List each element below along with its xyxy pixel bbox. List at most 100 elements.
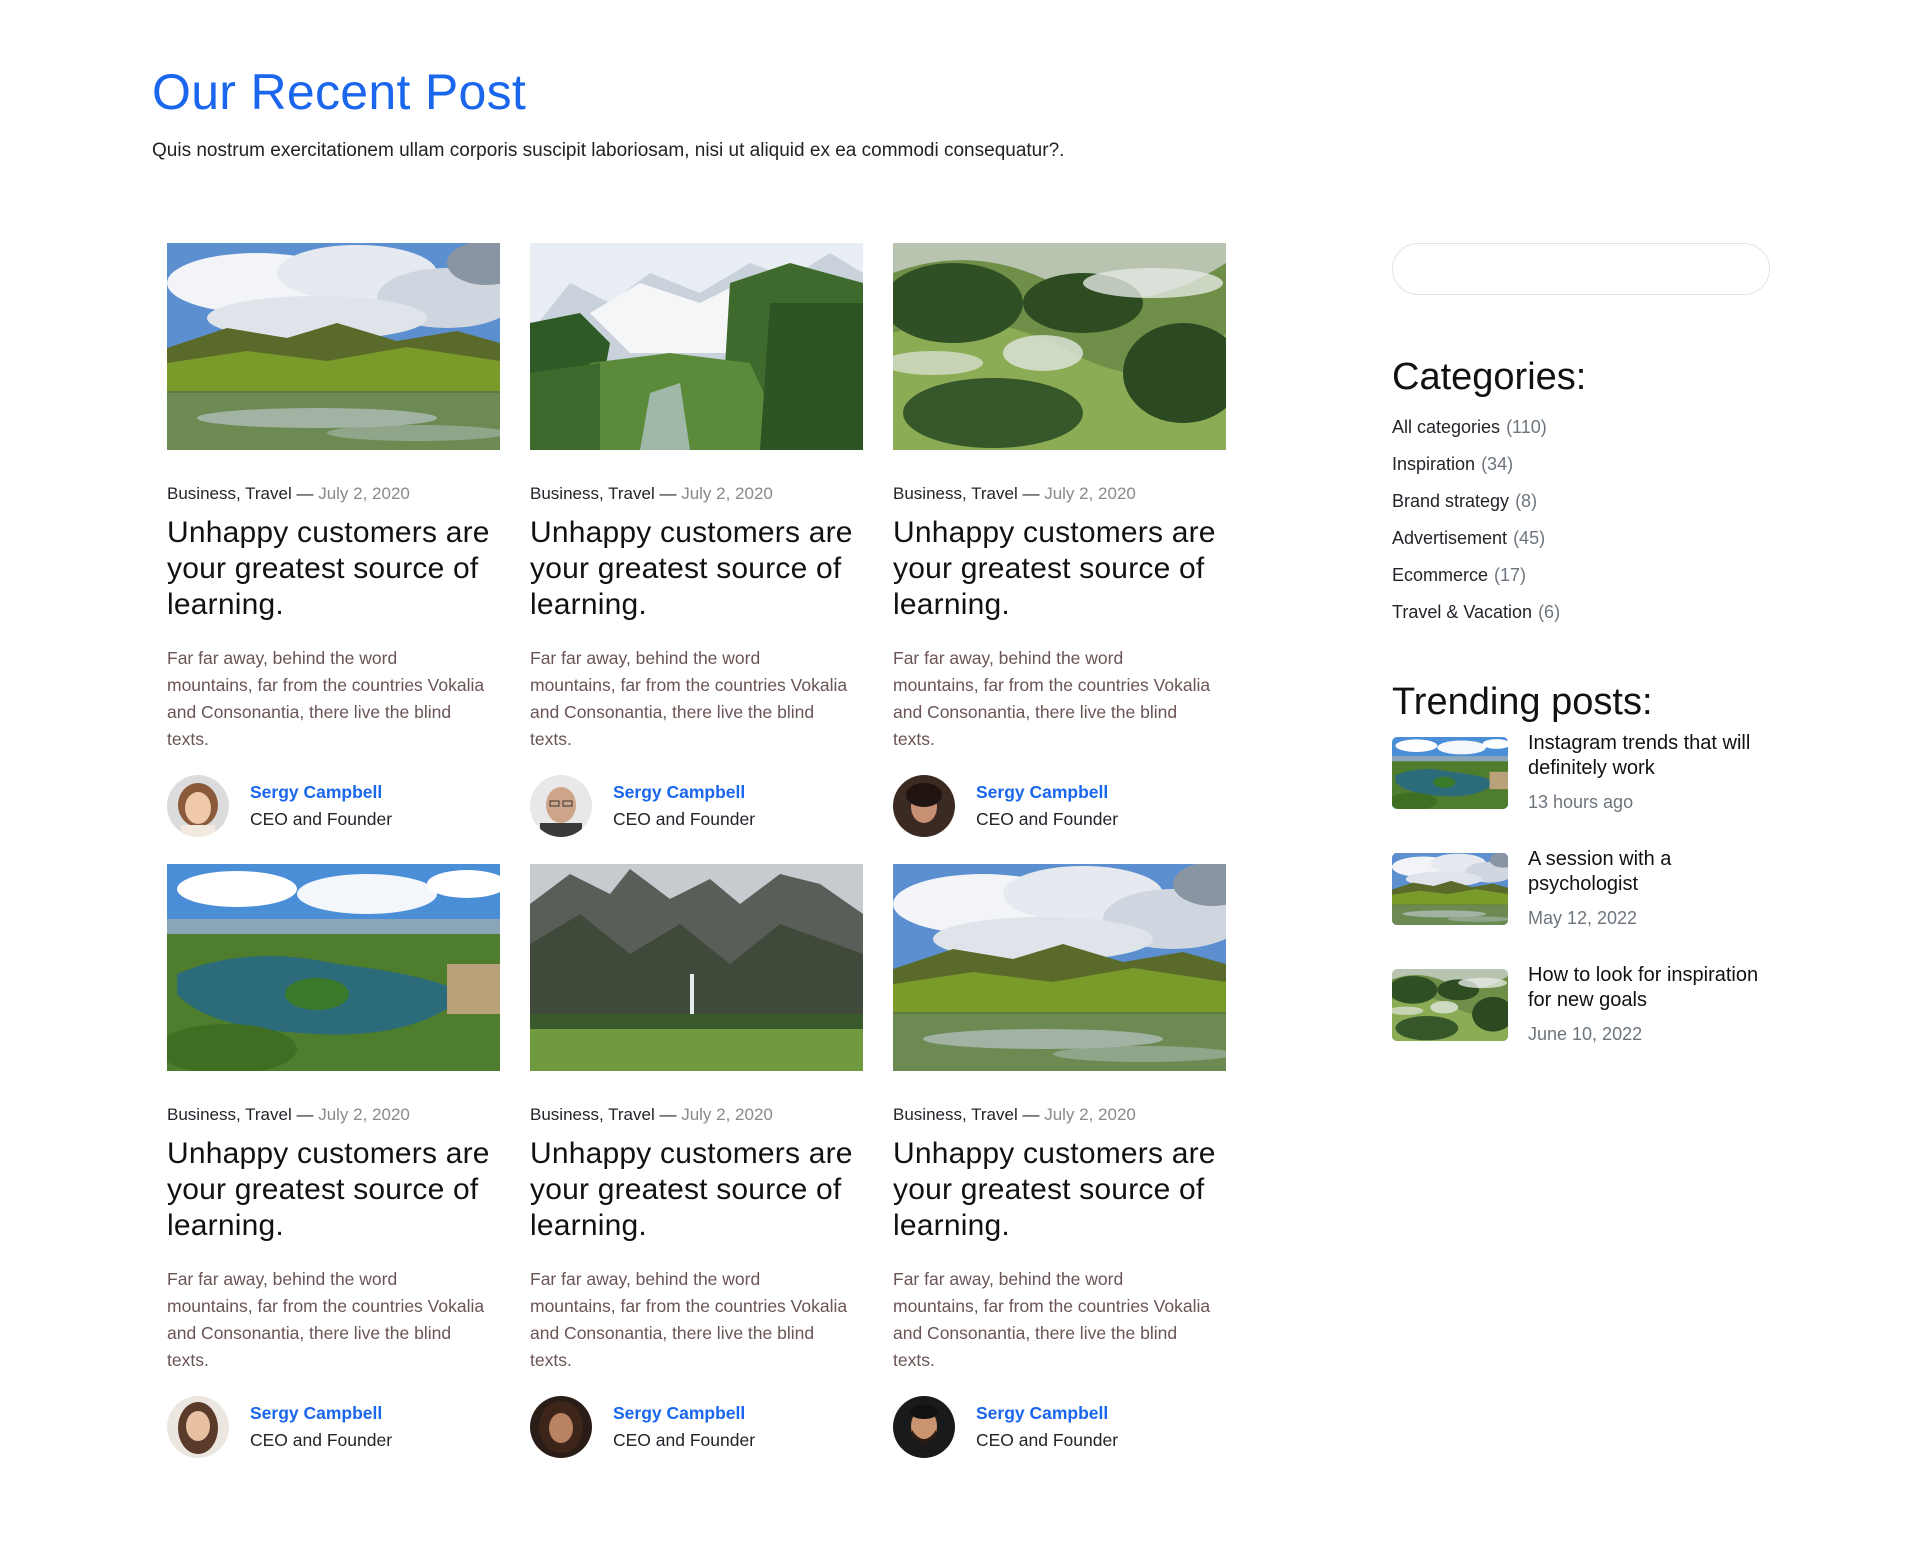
page-subtitle: Quis nostrum exercitationem ullam corpor… <box>152 140 1065 161</box>
category-item[interactable]: Brand strategy (8) <box>1392 483 1770 520</box>
post-card: Business, Travel — July 2, 2020 Unhappy c… <box>530 864 863 1458</box>
category-item[interactable]: Ecommerce (17) <box>1392 557 1770 594</box>
author-info: Sergy Campbell CEO and Founder <box>250 1400 392 1454</box>
post-date: July 2, 2020 <box>1044 1105 1136 1124</box>
post-categories-link[interactable]: Business, Travel <box>893 1105 1018 1124</box>
post-author: Sergy Campbell CEO and Founder <box>893 775 1226 837</box>
post-author: Sergy Campbell CEO and Founder <box>893 1396 1226 1458</box>
post-card: Business, Travel — July 2, 2020 Unhappy c… <box>893 243 1226 837</box>
posts-grid: Business, Travel — July 2, 2020 Unhappy c… <box>167 243 1227 1458</box>
category-count: (8) <box>1515 491 1538 511</box>
trending-date: May 12, 2022 <box>1528 908 1638 928</box>
post-meta: Business, Travel — July 2, 2020 <box>530 1104 863 1126</box>
post-card: Business, Travel — July 2, 2020 Unhappy c… <box>893 864 1226 1458</box>
sidebar: Categories: All categories (110) Inspirati… <box>1392 243 1770 1085</box>
trending-text: A session with a psychologist May 12, 202… <box>1528 847 1770 969</box>
trending-item[interactable]: How to look for inspiration for new goal… <box>1392 964 1770 1085</box>
trending-date: 13 hours ago <box>1528 792 1634 812</box>
trending-thumbnail <box>1392 737 1508 809</box>
category-label: Brand strategy <box>1392 491 1510 511</box>
author-info: Sergy Campbell CEO and Founder <box>613 1400 755 1454</box>
author-name-link[interactable]: Sergy Campbell <box>250 1400 392 1427</box>
post-image[interactable] <box>893 243 1226 450</box>
search-input[interactable] <box>1392 243 1770 295</box>
category-count: (17) <box>1494 565 1527 585</box>
author-role: CEO and Founder <box>976 1430 1119 1450</box>
post-meta: Business, Travel — July 2, 2020 <box>893 1104 1226 1126</box>
author-info: Sergy Campbell CEO and Founder <box>976 1400 1118 1454</box>
category-label: Advertisement <box>1392 528 1508 548</box>
author-name-link[interactable]: Sergy Campbell <box>613 779 755 806</box>
author-name-link[interactable]: Sergy Campbell <box>976 1400 1118 1427</box>
post-meta: Business, Travel — July 2, 2020 <box>167 1104 500 1126</box>
author-name-link[interactable]: Sergy Campbell <box>976 779 1118 806</box>
author-info: Sergy Campbell CEO and Founder <box>976 779 1118 833</box>
post-title[interactable]: Unhappy customers are your greatest sour… <box>893 515 1226 623</box>
category-count: (6) <box>1538 602 1561 622</box>
category-count: (34) <box>1481 454 1514 474</box>
post-image[interactable] <box>893 864 1226 1071</box>
avatar <box>167 1396 229 1458</box>
post-meta: Business, Travel — July 2, 2020 <box>167 483 500 505</box>
category-count: (45) <box>1513 528 1546 548</box>
meta-separator: — <box>291 1105 319 1124</box>
categories-heading: Categories: <box>1392 356 1587 398</box>
post-author: Sergy Campbell CEO and Founder <box>167 1396 500 1458</box>
trending-text: How to look for inspiration for new goal… <box>1528 963 1770 1085</box>
post-card: Business, Travel — July 2, 2020 Unhappy c… <box>530 243 863 837</box>
author-info: Sergy Campbell CEO and Founder <box>250 779 392 833</box>
category-item[interactable]: Travel & Vacation (6) <box>1392 594 1770 631</box>
post-categories-link[interactable]: Business, Travel <box>167 1105 292 1124</box>
trending-title[interactable]: Instagram trends that will definitely wo… <box>1528 731 1770 781</box>
avatar <box>893 775 955 837</box>
post-author: Sergy Campbell CEO and Founder <box>167 775 500 837</box>
post-image[interactable] <box>530 864 863 1071</box>
post-title[interactable]: Unhappy customers are your greatest sour… <box>893 1136 1226 1244</box>
post-title[interactable]: Unhappy customers are your greatest sour… <box>167 515 500 623</box>
post-categories-link[interactable]: Business, Travel <box>530 484 655 503</box>
trending-title[interactable]: A session with a psychologist <box>1528 847 1770 897</box>
post-excerpt: Far far away, behind the word mountains,… <box>893 1269 1211 1370</box>
post-meta: Business, Travel — July 2, 2020 <box>530 483 863 505</box>
avatar <box>530 1396 592 1458</box>
meta-separator: — <box>291 484 319 503</box>
trending-title[interactable]: How to look for inspiration for new goal… <box>1528 963 1770 1013</box>
trending-date: June 10, 2022 <box>1528 1024 1643 1044</box>
category-label: All categories <box>1392 417 1501 437</box>
avatar <box>530 775 592 837</box>
post-excerpt: Far far away, behind the word mountains,… <box>167 1269 485 1370</box>
post-card: Business, Travel — July 2, 2020 Unhappy c… <box>167 243 500 837</box>
author-info: Sergy Campbell CEO and Founder <box>613 779 755 833</box>
post-image[interactable] <box>167 864 500 1071</box>
trending-item[interactable]: A session with a psychologist May 12, 202… <box>1392 848 1770 969</box>
post-author: Sergy Campbell CEO and Founder <box>530 1396 863 1458</box>
post-title[interactable]: Unhappy customers are your greatest sour… <box>530 515 863 623</box>
category-label: Inspiration <box>1392 454 1476 474</box>
category-item[interactable]: Inspiration (34) <box>1392 446 1770 483</box>
post-excerpt: Far far away, behind the word mountains,… <box>530 1269 848 1370</box>
trending-item[interactable]: Instagram trends that will definitely wo… <box>1392 732 1770 853</box>
page-title: Our Recent Post <box>152 64 527 120</box>
post-categories-link[interactable]: Business, Travel <box>530 1105 655 1124</box>
post-meta: Business, Travel — July 2, 2020 <box>893 483 1226 505</box>
post-image[interactable] <box>530 243 863 450</box>
category-item[interactable]: All categories (110) <box>1392 409 1770 446</box>
author-name-link[interactable]: Sergy Campbell <box>250 779 392 806</box>
post-date: July 2, 2020 <box>1044 484 1136 503</box>
author-name-link[interactable]: Sergy Campbell <box>613 1400 755 1427</box>
categories-list: All categories (110) Inspiration (34) Brand … <box>1392 409 1770 631</box>
post-title[interactable]: Unhappy customers are your greatest sour… <box>530 1136 863 1244</box>
category-item[interactable]: Advertisement (45) <box>1392 520 1770 557</box>
post-title[interactable]: Unhappy customers are your greatest sour… <box>167 1136 500 1244</box>
trending-heading: Trending posts: <box>1392 681 1653 723</box>
post-excerpt: Far far away, behind the word mountains,… <box>530 648 848 749</box>
post-categories-link[interactable]: Business, Travel <box>893 484 1018 503</box>
post-image[interactable] <box>167 243 500 450</box>
post-date: July 2, 2020 <box>318 1105 410 1124</box>
trending-list: Instagram trends that will definitely wo… <box>1392 732 1770 1085</box>
author-role: CEO and Founder <box>976 809 1119 829</box>
trending-text: Instagram trends that will definitely wo… <box>1528 731 1770 853</box>
post-card: Business, Travel — July 2, 2020 Unhappy c… <box>167 864 500 1458</box>
category-label: Ecommerce <box>1392 565 1489 585</box>
post-categories-link[interactable]: Business, Travel <box>167 484 292 503</box>
